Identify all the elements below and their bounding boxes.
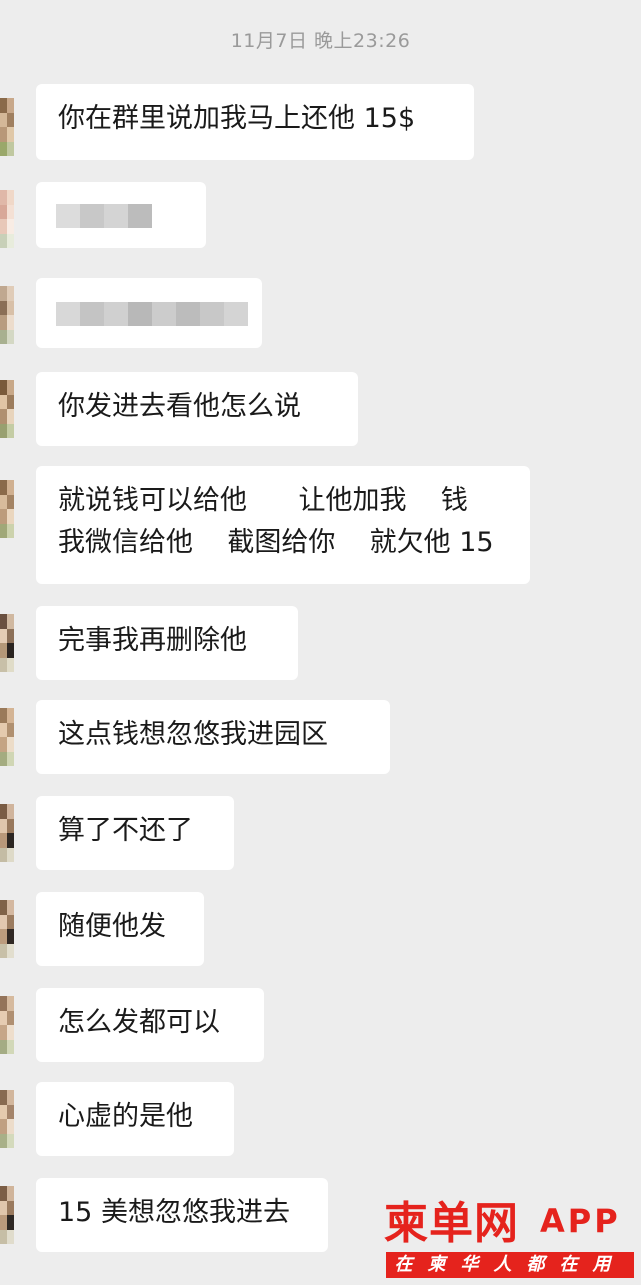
contact-avatar[interactable] [0,614,14,672]
contact-avatar[interactable] [0,286,14,344]
contact-avatar[interactable] [0,1186,14,1244]
message-bubble[interactable]: 怎么发都可以 [36,988,264,1062]
contact-avatar[interactable] [0,900,14,958]
redaction-mosaic [56,204,152,228]
brand-watermark: 柬单网 APP 在柬华人都在用 [384,1196,636,1282]
message-bubble[interactable]: 随便他发 [36,892,204,966]
watermark-tagline: 在柬华人都在用 [386,1252,634,1278]
contact-avatar[interactable] [0,480,14,538]
contact-avatar[interactable] [0,996,14,1054]
contact-avatar[interactable] [0,190,14,248]
contact-avatar[interactable] [0,98,14,156]
contact-avatar[interactable] [0,1090,14,1148]
message-bubble[interactable]: 这点钱想忽悠我进园区 [36,700,390,774]
message-timestamp: 11月7日 晚上23:26 [230,30,411,52]
redaction-mosaic [56,302,248,326]
message-bubble[interactable]: 心虚的是他 [36,1082,234,1156]
contact-avatar[interactable] [0,708,14,766]
message-bubble[interactable]: 完事我再删除他 [36,606,298,680]
message-bubble[interactable]: 你发进去看他怎么说 [36,372,358,446]
message-bubble[interactable]: 就说钱可以给他 让他加我 钱 我微信给他 截图给你 就欠他 15 [36,466,530,584]
message-bubble[interactable]: 15 美想忽悠我进去 [36,1178,328,1252]
contact-avatar[interactable] [0,804,14,862]
message-bubble[interactable]: 算了不还了 [36,796,234,870]
message-bubble[interactable]: 你在群里说加我马上还他 15$ [36,84,474,160]
contact-avatar[interactable] [0,380,14,438]
watermark-app-label: APP [540,1202,621,1240]
watermark-logo-text: 柬单网 [384,1198,519,1249]
